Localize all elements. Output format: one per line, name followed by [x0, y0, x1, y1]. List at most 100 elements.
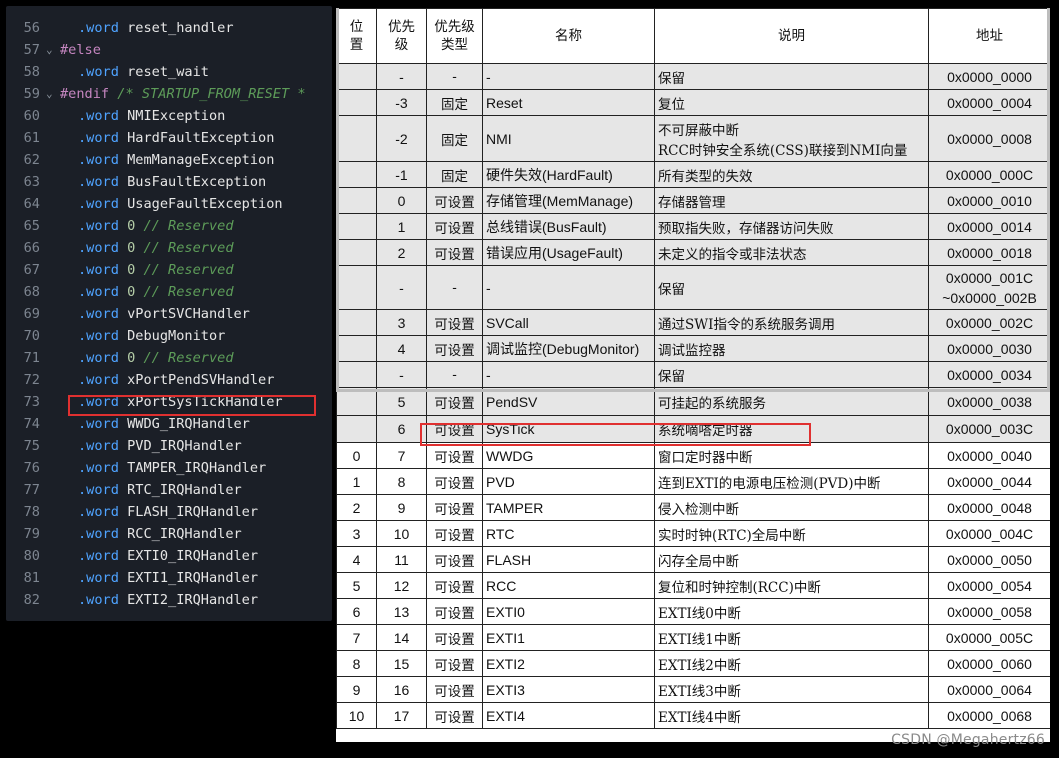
code-text: .word 0 // Reserved — [78, 281, 234, 303]
cell-name: EXTI0 — [482, 598, 655, 625]
line-number: 67 — [23, 262, 40, 278]
cell-priority: 3 — [376, 309, 427, 336]
line-number: 79 — [23, 526, 40, 542]
cell-address: 0x0000_001C ~0x0000_002B — [928, 265, 1050, 310]
cell-priority: - — [376, 265, 427, 310]
code-token: .word — [78, 130, 119, 146]
cell-description: 复位 — [654, 89, 929, 116]
cell-position — [336, 309, 377, 336]
code-token: .word — [78, 64, 119, 80]
cell-priority-type: 固定 — [426, 115, 483, 162]
cell-name: RTC — [482, 520, 655, 547]
code-line: 58 .word reset_wait — [6, 61, 332, 83]
cell-description: EXTI线0中断 — [654, 598, 929, 625]
cell-priority-type: 可设置 — [426, 624, 483, 651]
cell-priority-type: 可设置 — [426, 598, 483, 625]
table-row: 2 可设置 错误应用(UsageFault) 未定义的指令或非法状态 0x0000_00… — [336, 239, 1050, 266]
cell-description: 预取指失败，存储器访问失败 — [654, 213, 929, 240]
code-text: .word EXTI2_IRQHandler — [78, 589, 258, 611]
cell-name: 存储管理(MemManage) — [482, 187, 655, 214]
cell-description-line: RCC时钟安全系统(CSS)联接到NMI向量 — [658, 142, 908, 159]
line-number: 74 — [23, 416, 40, 432]
code-text: .word BusFaultException — [78, 171, 266, 193]
cell-priority-type: 可设置 — [426, 494, 483, 521]
cell-priority-type: 可设置 — [426, 702, 483, 729]
code-text: .word 0 // Reserved — [78, 215, 234, 237]
cell-description: EXTI线3中断 — [654, 676, 929, 703]
code-token: HardFaultException — [118, 130, 275, 146]
cell-priority: - — [376, 63, 427, 90]
line-number: 68 — [23, 284, 40, 300]
line-number: 82 — [23, 592, 40, 608]
column-header-text: 位 — [349, 19, 364, 35]
cell-priority: 1 — [376, 213, 427, 240]
cell-priority-type: 可设置 — [426, 309, 483, 336]
cell-position — [336, 415, 377, 443]
code-token: EXTI1_IRQHandler — [118, 570, 259, 586]
table-row: - - - 保留 0x0000_001C ~0x0000_002B — [336, 265, 1050, 310]
code-text: .word RCC_IRQHandler — [78, 523, 242, 545]
table-row: 10 17 可设置 EXTI4 EXTI线4中断 0x0000_0068 — [336, 702, 1050, 729]
cell-priority: 0 — [376, 187, 427, 214]
column-header: 位置 — [336, 8, 377, 64]
cell-position — [336, 115, 377, 162]
code-line: 81 .word EXTI1_IRQHandler — [6, 567, 332, 589]
code-line: 68 .word 0 // Reserved — [6, 281, 332, 303]
code-token: .word — [78, 592, 119, 608]
cell-priority: -3 — [376, 89, 427, 116]
cell-address: 0x0000_0008 — [928, 115, 1050, 162]
cell-address: 0x0000_0018 — [928, 239, 1050, 266]
code-token: .word — [78, 20, 119, 36]
code-line: 71 .word 0 // Reserved — [6, 347, 332, 369]
cell-priority: - — [376, 361, 427, 388]
code-token: EXTI2_IRQHandler — [118, 592, 259, 608]
code-token: // Reserved — [135, 240, 234, 256]
code-text: .word MemManageException — [78, 149, 274, 171]
code-token: EXTI0_IRQHandler — [118, 548, 259, 564]
cell-name: TAMPER — [482, 494, 655, 521]
cell-address: 0x0000_005C — [928, 624, 1050, 651]
code-token: #else — [60, 42, 101, 58]
fold-chevron-icon[interactable]: ⌄ — [46, 83, 58, 105]
code-token: .word — [78, 548, 119, 564]
code-line: 57 ⌄ #else — [6, 39, 332, 61]
cell-priority-type: 可设置 — [426, 187, 483, 214]
code-line: 62 .word MemManageException — [6, 149, 332, 171]
table-row: 0 可设置 存储管理(MemManage) 存储器管理 0x0000_0010 — [336, 187, 1050, 214]
cell-description: 复位和时钟控制(RCC)中断 — [654, 572, 929, 599]
cell-name: EXTI4 — [482, 702, 655, 729]
code-token: UsageFaultException — [118, 196, 283, 212]
cell-name: EXTI2 — [482, 650, 655, 677]
code-text: .word vPortSVCHandler — [78, 303, 250, 325]
code-token: .word — [78, 460, 119, 476]
cell-priority-type: 可设置 — [426, 442, 483, 469]
cell-name: 调试监控(DebugMonitor) — [482, 335, 655, 362]
table-row: 1 可设置 总线错误(BusFault) 预取指失败，存储器访问失败 0x0000_00… — [336, 213, 1050, 240]
code-token: .word — [78, 504, 119, 520]
code-line: 75 .word PVD_IRQHandler — [6, 435, 332, 457]
code-token: // Reserved — [135, 218, 234, 234]
code-line: 67 .word 0 // Reserved — [6, 259, 332, 281]
table-row: 6 13 可设置 EXTI0 EXTI线0中断 0x0000_0058 — [336, 598, 1050, 625]
code-token: RTC_IRQHandler — [118, 482, 242, 498]
fold-chevron-icon[interactable]: ⌄ — [46, 39, 58, 61]
code-token: .word — [78, 218, 119, 234]
cell-description: 侵入检测中断 — [654, 494, 929, 521]
cell-position — [336, 387, 377, 416]
table-row: 7 14 可设置 EXTI1 EXTI线1中断 0x0000_005C — [336, 624, 1050, 651]
cell-name: - — [482, 63, 655, 90]
table-row: 5 12 可设置 RCC 复位和时钟控制(RCC)中断 0x0000_0054 — [336, 572, 1050, 599]
cell-address: 0x0000_0014 — [928, 213, 1050, 240]
cell-address: 0x0000_0068 — [928, 702, 1050, 729]
code-token: WWDG_IRQHandler — [118, 416, 250, 432]
cell-description: 保留 — [654, 63, 929, 90]
code-token: .word — [78, 438, 119, 454]
line-number: 71 — [23, 350, 40, 366]
cell-position: 7 — [336, 624, 377, 651]
cell-address-line: 0x0000_001C — [945, 269, 1034, 286]
table-row: -2 固定 NMI 不可屏蔽中断 RCC时钟安全系统(CSS)联接到NMI向量 0x000… — [336, 115, 1050, 162]
table-row: 5 可设置 PendSV 可挂起的系统服务 0x0000_0038 — [336, 387, 1050, 416]
cell-name: - — [482, 265, 655, 310]
line-number: 58 — [23, 64, 40, 80]
cell-name: SVCall — [482, 309, 655, 336]
